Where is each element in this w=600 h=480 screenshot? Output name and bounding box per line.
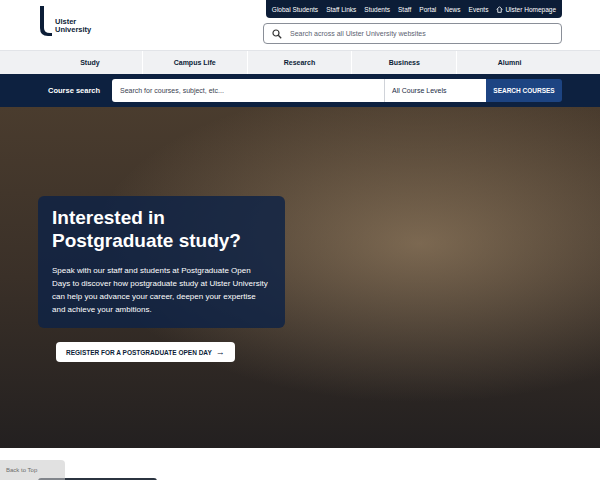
search-icon [272,29,282,39]
course-search-bar: Course searchSearch for courses, subject… [0,74,600,107]
logo[interactable]: UlsterUniversity [38,0,91,36]
main-nav-item[interactable]: Campus Life [143,51,248,74]
utility-link[interactable]: Staff Links [326,6,356,13]
utility-link[interactable]: Portal [419,6,436,13]
logo-mark-icon [38,6,52,36]
utility-link[interactable]: News [444,6,460,13]
arrow-icon: → [216,347,225,357]
course-search-input[interactable]: Search for courses, subject, etc... [112,79,384,102]
utility-link[interactable]: Ulster Homepage [496,6,556,13]
below-section [0,448,600,480]
home-icon [496,6,503,13]
site-search[interactable]: Search across all Ulster University webs… [263,23,562,44]
header: UlsterUniversity Global Students Staff Lin… [0,0,600,50]
main-nav-item[interactable]: Research [248,51,353,74]
course-search-label: Course search [48,86,112,95]
hero-title: Interested in Postgraduate study? [52,206,262,252]
logo-text: UlsterUniversity [55,8,91,34]
page: UlsterUniversity Global Students Staff Lin… [0,0,600,480]
back-to-top[interactable]: Back to Top [0,460,65,480]
hero-card: Interested in Postgraduate study? Speak w… [38,196,285,328]
utility-bar: Global Students Staff Links Students Staff P… [266,0,562,18]
register-button[interactable]: REGISTER FOR A POSTGRADUATE OPEN DAY→ [56,342,235,362]
logo-line: Ulster [55,18,91,26]
main-nav-item[interactable]: Alumni [457,51,562,74]
course-level-select[interactable]: All Course Levels [384,79,486,102]
hero: Interested in Postgraduate study? Speak w… [0,107,600,448]
logo-line: University [55,26,91,34]
main-nav-item[interactable]: Study [38,51,143,74]
utility-link[interactable]: Global Students [272,6,318,13]
header-right: Global Students Staff Links Students Staff P… [263,0,562,50]
main-nav: StudyCampus LifeResearchBusinessAlumni [0,50,600,74]
site-search-placeholder: Search across all Ulster University webs… [290,30,426,37]
main-nav-item[interactable]: Business [352,51,457,74]
search-courses-button[interactable]: SEARCH COURSES [486,79,562,102]
utility-link[interactable]: Events [469,6,489,13]
utility-link[interactable]: Students [364,6,390,13]
utility-link[interactable]: Staff [398,6,411,13]
hero-text: Speak with our staff and students at Pos… [52,264,271,316]
